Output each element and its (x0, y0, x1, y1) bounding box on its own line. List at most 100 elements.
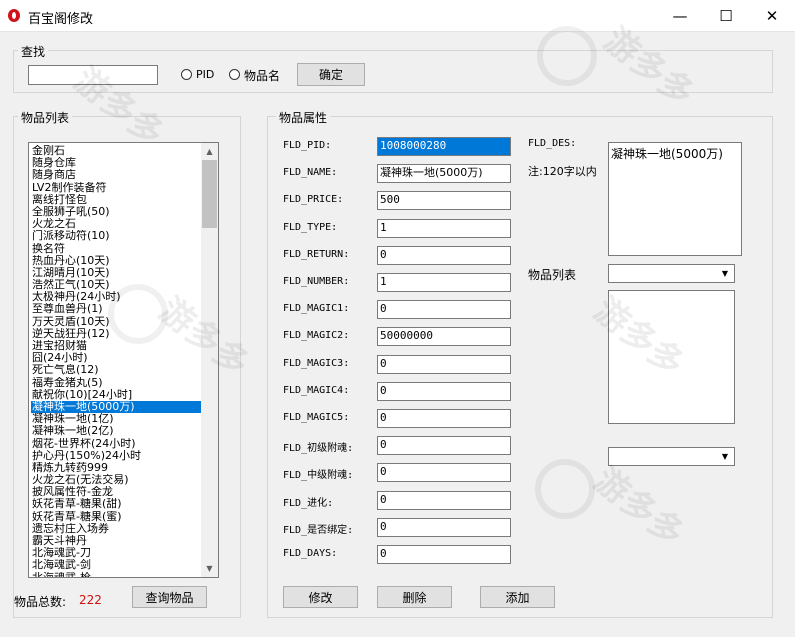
field-label: FLD_TYPE: (283, 221, 338, 233)
field-label: FLD_进化: (283, 497, 334, 509)
list-item[interactable]: 江湖晴月(10天) (31, 267, 203, 279)
field-label: FLD_中级附魂: (283, 470, 354, 482)
add-button[interactable]: 添加 (480, 586, 555, 608)
scroll-down-icon[interactable]: ▼ (201, 560, 218, 577)
field-label: FLD_PID: (283, 140, 332, 151)
field-input[interactable]: 0 (377, 517, 511, 537)
item-list-items: 金刚石 随身仓库 随身商店 LV2制作装备符 离线打怪包 全服狮子吼(50) 火龙之石 门派移… (31, 145, 203, 577)
list-item[interactable]: 全服狮子吼(50) (31, 206, 203, 218)
window-title: 百宝阁修改 (28, 12, 94, 27)
list-item[interactable]: 护心丹(150%)24小时 (31, 450, 203, 462)
field-input[interactable]: 0 (377, 545, 511, 564)
list-item[interactable]: 囧(24小时) (31, 352, 203, 364)
field-label: FLD_RETURN: (283, 248, 350, 260)
delete-button[interactable]: 删除 (377, 586, 452, 608)
list-item[interactable]: 献祝你(10)[24小时] (31, 389, 203, 401)
right-list-box[interactable] (608, 290, 735, 424)
list-item[interactable]: 换名符 (31, 243, 203, 255)
field-input[interactable]: 1 (377, 218, 511, 238)
list-item[interactable]: 凝神珠一地(5000万) (31, 400, 203, 414)
radio-item-name[interactable] (229, 69, 240, 80)
field-input[interactable]: 0 (377, 381, 511, 401)
properties-group-title: 物品属性 (276, 109, 331, 126)
field-label: FLD_NUMBER: (283, 276, 350, 287)
scroll-up-icon[interactable]: ▲ (201, 143, 218, 160)
scroll-thumb[interactable] (202, 160, 217, 228)
radio-item-name-label: 物品名 (244, 69, 281, 83)
list-item[interactable]: 精炼九转药999 (31, 462, 203, 474)
radio-pid-label: PID (196, 68, 215, 81)
secondary-combo[interactable]: ▼ (608, 447, 735, 466)
list-item[interactable]: 至尊血兽丹(1) (31, 303, 203, 315)
item-listbox[interactable]: 金刚石 随身仓库 随身商店 LV2制作装备符 离线打怪包 全服狮子吼(50) 火龙之石 门派移… (28, 142, 219, 578)
item-list-combo[interactable]: ▼ (608, 264, 735, 283)
query-items-button[interactable]: 查询物品 (132, 586, 207, 608)
list-item[interactable]: 进宝招财猫 (31, 340, 203, 352)
field-input[interactable]: 0 (377, 409, 511, 428)
list-item[interactable]: 遗忘村庄入场券 (31, 523, 203, 535)
list-item[interactable]: 北海魂武-枪 (31, 572, 203, 577)
field-input[interactable]: 1 (377, 273, 511, 292)
list-item[interactable]: 浩然正气(10天) (31, 279, 203, 291)
list-item[interactable]: 火龙之石 (31, 218, 203, 230)
field-input[interactable]: 1008000280 (377, 137, 511, 156)
list-item[interactable]: 凝神珠一地(1亿) (31, 413, 203, 425)
item-list-group-title: 物品列表 (18, 109, 73, 126)
field-label: FLD_MAGIC2: (283, 330, 350, 342)
list-item[interactable]: 北海魂武-刀 (31, 547, 203, 559)
close-button[interactable]: ✕ (749, 0, 795, 31)
radio-pid[interactable] (181, 69, 192, 80)
field-input[interactable]: 50000000 (377, 327, 511, 347)
field-label: FLD_是否绑定: (283, 524, 354, 536)
chevron-down-icon: ▼ (721, 269, 729, 278)
list-item[interactable]: 烟花-世界杯(24小时) (31, 438, 203, 450)
minimize-button[interactable]: — (657, 0, 703, 31)
list-item[interactable]: 万天灵盾(10天) (31, 316, 203, 328)
maximize-button[interactable]: ☐ (703, 0, 749, 31)
field-label: FLD_MAGIC3: (283, 357, 350, 369)
search-input[interactable] (28, 65, 158, 85)
des-textarea[interactable]: 凝神珠一地(5000万) (608, 142, 742, 256)
right-list-label: 物品列表 (528, 268, 577, 282)
field-input[interactable]: 0 (377, 463, 511, 483)
list-item[interactable]: 金刚石 (31, 145, 203, 157)
list-item[interactable]: 北海魂武-剑 (31, 559, 203, 571)
modify-button[interactable]: 修改 (283, 586, 358, 608)
list-item[interactable]: 霸天斗神丹 (31, 535, 203, 547)
field-input[interactable]: 0 (377, 354, 511, 374)
list-item[interactable]: 门派移动符(10) (31, 230, 203, 242)
field-input[interactable]: 0 (377, 245, 511, 265)
confirm-button[interactable]: 确定 (297, 63, 365, 86)
title-bar: 百宝阁修改 — ☐ ✕ (0, 0, 795, 32)
list-item[interactable]: 妖花青草-糖果(蜜) (31, 511, 203, 523)
field-label: FLD_MAGIC4: (283, 384, 350, 396)
field-label: FLD_NAME: (283, 167, 338, 179)
list-item[interactable]: 逆天战狂丹(12) (31, 328, 203, 340)
list-item[interactable]: 妖花青草-糖果(甜) (31, 498, 203, 510)
app-icon (8, 9, 20, 22)
list-item[interactable]: 随身商店 (31, 169, 203, 181)
des-label: FLD_DES: (528, 138, 577, 149)
field-input[interactable]: 0 (377, 436, 511, 456)
list-scrollbar[interactable]: ▲ ▼ (201, 143, 218, 577)
list-item[interactable]: 火龙之石(无法交易) (31, 474, 203, 486)
field-input[interactable]: 500 (377, 191, 511, 211)
list-item[interactable]: 离线打怪包 (31, 194, 203, 206)
list-item[interactable]: 凝神珠一地(2亿) (31, 425, 203, 437)
field-label: FLD_初级附魂: (283, 443, 354, 455)
item-count-value: 222 (79, 593, 102, 607)
list-item[interactable]: 福寿金猪丸(5) (31, 377, 203, 389)
list-item[interactable]: 死亡气息(12) (31, 364, 203, 376)
field-input[interactable]: 0 (377, 490, 511, 510)
list-item[interactable]: LV2制作装备符 (31, 182, 203, 194)
list-item[interactable]: 太极神丹(24小时) (31, 291, 203, 303)
des-note: 注:120字以内 (528, 165, 597, 178)
field-label: FLD_DAYS: (283, 548, 338, 559)
chevron-down-icon: ▼ (721, 452, 729, 461)
field-label: FLD_PRICE: (283, 194, 344, 206)
list-item[interactable]: 热血丹心(10天) (31, 255, 203, 267)
list-item[interactable]: 随身仓库 (31, 157, 203, 169)
field-input[interactable]: 凝神珠一地(5000万) (377, 164, 511, 184)
field-input[interactable]: 0 (377, 300, 511, 320)
list-item[interactable]: 披风属性符-金龙 (31, 486, 203, 498)
